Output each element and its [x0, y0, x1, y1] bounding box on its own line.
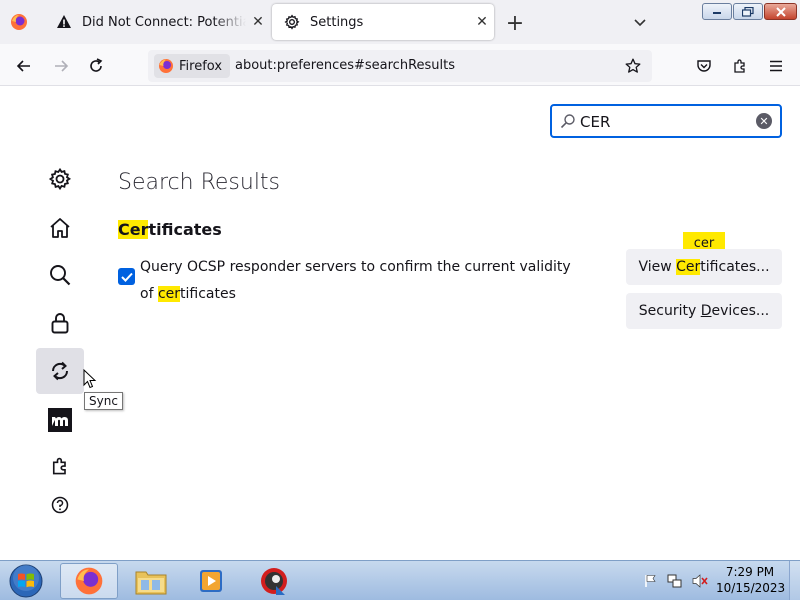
- category-more-from-mozilla[interactable]: [36, 397, 84, 443]
- firefox-view-icon[interactable]: [6, 9, 32, 35]
- url-text[interactable]: about:preferences#searchResults: [235, 58, 455, 73]
- category-search[interactable]: [36, 252, 84, 298]
- volume-muted-icon[interactable]: [692, 573, 708, 589]
- tab-title: Settings: [310, 14, 364, 30]
- url-bar[interactable]: Firefox about:preferences#searchResults: [148, 50, 652, 82]
- home-icon: [50, 218, 70, 238]
- clock-date: 10/15/2023: [716, 581, 786, 595]
- close-tab-icon[interactable]: ✕: [470, 10, 494, 34]
- button-text: View: [638, 259, 677, 275]
- heading-text: tificates: [148, 220, 222, 239]
- restore-button[interactable]: [733, 3, 763, 20]
- search-highlight: Cer: [676, 259, 701, 275]
- help-icon: [51, 496, 69, 514]
- label-text: tificates: [180, 286, 236, 302]
- button-text: Security: [638, 303, 701, 319]
- button-text: evices...: [711, 303, 770, 319]
- accesskey-letter: D: [700, 303, 712, 319]
- taskbar-media-player[interactable]: [182, 563, 240, 599]
- hamburger-menu-icon[interactable]: [762, 52, 790, 80]
- start-button[interactable]: [6, 562, 46, 600]
- tab-title: Did Not Connect: Potential Security Issu…: [82, 14, 246, 30]
- section-heading: Certificates: [118, 220, 222, 239]
- chevron-down-icon[interactable]: [628, 10, 652, 34]
- settings-page: ✕ Sync Search Results Certificates Query…: [0, 86, 800, 560]
- gear-icon: [282, 12, 302, 32]
- tab-strip: Did Not Connect: Potential Security Issu…: [0, 0, 800, 44]
- taskbar-file-explorer[interactable]: [122, 563, 180, 599]
- search-highlight: Cer: [118, 220, 149, 239]
- page-title: Search Results: [118, 170, 281, 195]
- firefox-icon: [75, 567, 103, 595]
- firefox-logo-icon: [159, 59, 173, 73]
- star-icon[interactable]: [622, 55, 644, 77]
- mouse-cursor-icon: [83, 369, 97, 389]
- app-icon: [261, 568, 287, 595]
- button-text: tificates...: [700, 259, 770, 275]
- extensions-icon: [52, 457, 66, 475]
- tab-did-not-connect[interactable]: Did Not Connect: Potential Security Issu…: [44, 4, 270, 40]
- search-highlight: cer: [157, 286, 181, 302]
- identity-box[interactable]: Firefox: [154, 54, 231, 78]
- close-tab-icon[interactable]: ✕: [246, 10, 270, 34]
- clock-time: 7:29 PM: [725, 565, 775, 579]
- view-certificates-button[interactable]: View Cer tificates...: [626, 249, 782, 285]
- action-center-flag-icon[interactable]: [643, 573, 659, 589]
- search-icon: [50, 265, 71, 286]
- identity-label: Firefox: [179, 58, 223, 74]
- gear-icon: [48, 167, 72, 191]
- ocsp-checkbox[interactable]: [118, 268, 135, 285]
- taskbar: 7:29 PM 10/15/2023: [0, 560, 800, 600]
- category-privacy[interactable]: [36, 300, 84, 346]
- media-player-icon: [200, 570, 222, 592]
- lock-icon: [51, 313, 69, 334]
- search-input[interactable]: [580, 112, 750, 132]
- show-desktop-button[interactable]: [789, 561, 800, 600]
- taskbar-app[interactable]: [245, 563, 303, 599]
- close-window-button[interactable]: [764, 3, 797, 20]
- ocsp-label[interactable]: Query OCSP responder servers to confirm …: [140, 254, 580, 308]
- category-sync[interactable]: [36, 348, 84, 394]
- tab-settings[interactable]: Settings ✕: [272, 4, 494, 40]
- pocket-icon[interactable]: [690, 52, 718, 80]
- mozilla-icon: [48, 408, 72, 432]
- reload-button[interactable]: [82, 52, 110, 80]
- category-home[interactable]: [36, 205, 84, 251]
- tooltip: Sync: [84, 392, 123, 410]
- minimize-button[interactable]: [702, 3, 732, 20]
- extensions-icon[interactable]: [726, 52, 754, 80]
- back-button[interactable]: [10, 52, 38, 80]
- category-help[interactable]: [36, 482, 84, 528]
- settings-search-box[interactable]: ✕: [550, 104, 782, 138]
- clear-search-icon[interactable]: ✕: [756, 113, 772, 129]
- navigation-toolbar: Firefox about:preferences#searchResults: [0, 44, 800, 86]
- network-icon[interactable]: [667, 573, 683, 589]
- folder-icon: [135, 571, 167, 595]
- security-devices-button[interactable]: Security Devices...: [626, 293, 782, 329]
- taskbar-firefox[interactable]: [60, 563, 118, 599]
- new-tab-button[interactable]: +: [502, 10, 528, 36]
- system-clock[interactable]: 7:29 PM 10/15/2023: [716, 564, 786, 596]
- warning-icon: [54, 12, 74, 32]
- forward-button[interactable]: [47, 52, 75, 80]
- category-general[interactable]: [36, 156, 84, 202]
- search-icon: [560, 114, 575, 129]
- sync-icon: [51, 361, 69, 381]
